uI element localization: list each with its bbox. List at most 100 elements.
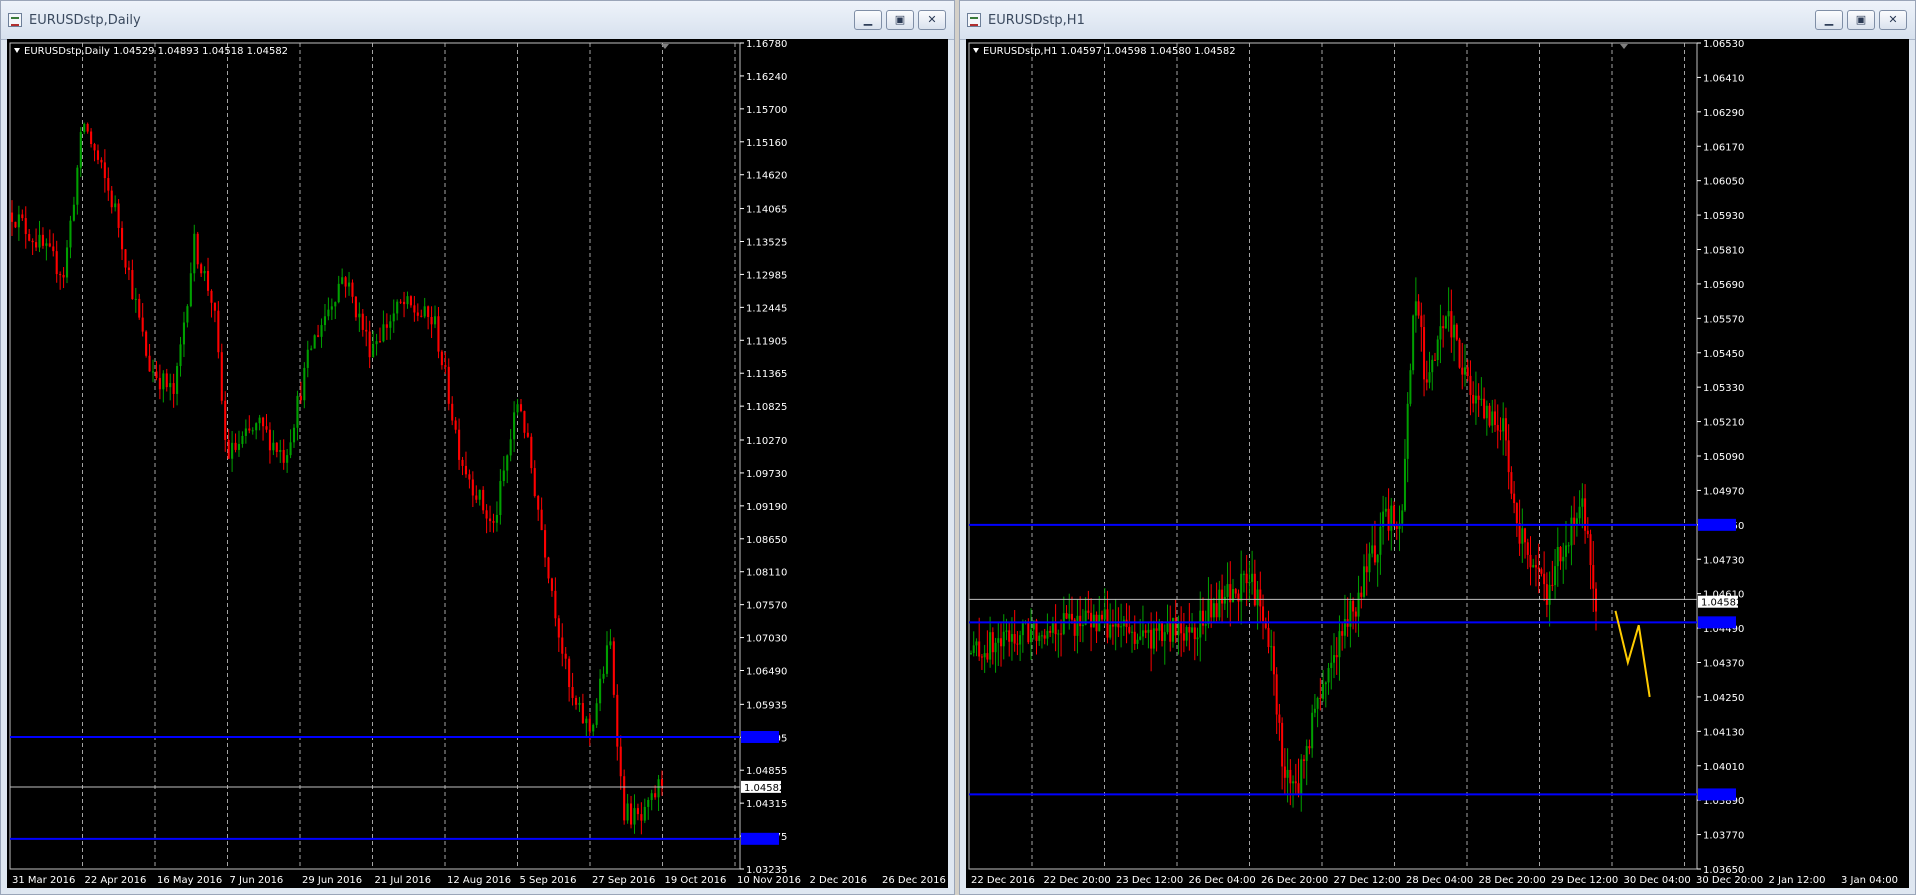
candle-body [1409, 370, 1412, 404]
candle-body [1068, 613, 1071, 619]
candle-body [1253, 573, 1256, 606]
chart-window-h1[interactable]: EURUSDstp,H1 ▁ ▣ ✕ 22 Dec 2016 22 Dec 20:… [959, 0, 1916, 895]
candle-body [1466, 367, 1469, 376]
candle-body [1447, 311, 1450, 317]
candle-body [430, 316, 433, 325]
candle-body [1117, 623, 1120, 628]
candle-body [10, 212, 14, 222]
candle-body [1193, 627, 1196, 640]
price-axis-label: 1.04250 [1703, 693, 1744, 704]
candle-body [1065, 613, 1068, 619]
candle-body [35, 242, 38, 248]
price-axis-label: 1.03650 [1703, 865, 1744, 876]
chart-window-daily[interactable]: EURUSDstp,Daily ▁ ▣ ✕ 31 Mar 2016 22 Apr … [0, 0, 955, 895]
price-chart-h1[interactable]: 22 Dec 2016 22 Dec 20:00 23 Dec 12:00 26 De… [966, 39, 1911, 888]
candle-body [1371, 545, 1374, 554]
candle-body [1079, 615, 1082, 627]
candle-body [323, 316, 327, 326]
chart-canvas[interactable]: 22 Dec 2016 22 Dec 20:00 23 Dec 12:00 26 De… [966, 39, 1909, 888]
candle-body [643, 806, 646, 821]
price-axis-label: 1.12985 [746, 270, 787, 281]
chart-canvas[interactable]: 31 Mar 2016 22 Apr 2016 16 May 2016 7 Jun 2… [7, 39, 948, 888]
candle-body [45, 243, 48, 246]
candle-body [1262, 606, 1265, 622]
candle-body [1442, 326, 1445, 329]
candle-body [1515, 503, 1518, 524]
candle-body [592, 724, 595, 732]
candle-body [1218, 589, 1221, 618]
candle-body [1062, 613, 1065, 634]
candle-body [1570, 517, 1573, 546]
candle-body [437, 316, 440, 352]
candle-body [1335, 655, 1338, 658]
candle-body [1090, 612, 1093, 628]
maximize-button[interactable]: ▣ [886, 10, 914, 30]
candle-body [55, 251, 58, 275]
candle-body [145, 331, 148, 356]
candle-body [1169, 621, 1172, 642]
candle-body [1128, 626, 1131, 633]
price-axis-label: 1.05930 [1703, 211, 1744, 222]
candle-body [176, 366, 179, 394]
current-price-label: 1.04582 [1701, 598, 1742, 609]
candle-body [1215, 603, 1218, 618]
candle-body [1251, 573, 1254, 582]
time-axis-label: 3 Jan 04:00 [1841, 875, 1898, 886]
candle-body [76, 167, 79, 205]
price-axis-label: 1.05210 [1703, 418, 1744, 429]
close-icon: ✕ [927, 13, 937, 26]
candle-body [492, 521, 495, 523]
candle-body [540, 509, 543, 531]
candle-body [516, 404, 519, 413]
candle-body [1300, 759, 1303, 795]
level-badge [1698, 616, 1736, 629]
candle-body [1242, 573, 1245, 575]
candle-body [1278, 714, 1281, 723]
candle-body [1387, 508, 1390, 531]
candle-body [1081, 624, 1084, 627]
candle-body [581, 703, 584, 724]
close-button[interactable]: ✕ [918, 10, 946, 30]
candle-body [509, 439, 512, 456]
candle-body [1005, 630, 1008, 632]
candle-body [1226, 584, 1229, 597]
time-axis-label: 29 Jun 2016 [302, 875, 362, 886]
candle-body [1504, 418, 1507, 441]
candle-body [530, 436, 533, 469]
candle-body [447, 366, 450, 404]
candle-body [1496, 424, 1499, 431]
candle-body [203, 270, 206, 274]
candle-body [52, 246, 55, 252]
candle-body [1147, 629, 1150, 633]
candle-body [612, 641, 615, 695]
candle-body [1393, 505, 1396, 527]
candle-body [1040, 635, 1043, 637]
window-titlebar[interactable]: EURUSDstp,Daily ▁ ▣ ✕ [1, 1, 954, 40]
candle-body [1103, 609, 1106, 620]
candle-body [1248, 581, 1251, 584]
candle-body [330, 306, 333, 310]
candle-body [1526, 542, 1529, 555]
close-button[interactable]: ✕ [1879, 10, 1907, 30]
candle-body [14, 221, 17, 228]
level-badge [741, 832, 779, 845]
time-axis-label: 28 Dec 20:00 [1479, 875, 1546, 886]
candle-body [1161, 622, 1164, 641]
candle-body [292, 427, 296, 443]
candle-body [1357, 592, 1360, 617]
candle-body [485, 510, 488, 519]
price-axis-label: 1.04370 [1703, 659, 1744, 670]
maximize-button[interactable]: ▣ [1847, 10, 1875, 30]
candle-body [1054, 621, 1057, 635]
candle-body [595, 703, 598, 725]
price-axis-label: 1.06490 [746, 667, 787, 678]
price-axis-label: 1.10825 [746, 402, 787, 413]
candle-body [571, 687, 574, 698]
candle-body [1499, 430, 1502, 432]
window-titlebar[interactable]: EURUSDstp,H1 ▁ ▣ ✕ [960, 1, 1915, 40]
minimize-button[interactable]: ▁ [1815, 10, 1843, 30]
minimize-button[interactable]: ▁ [854, 10, 882, 30]
time-axis-label: 22 Apr 2016 [85, 875, 147, 886]
price-chart-daily[interactable]: 31 Mar 2016 22 Apr 2016 16 May 2016 7 Jun 2… [7, 39, 950, 888]
candle-body [368, 331, 371, 358]
